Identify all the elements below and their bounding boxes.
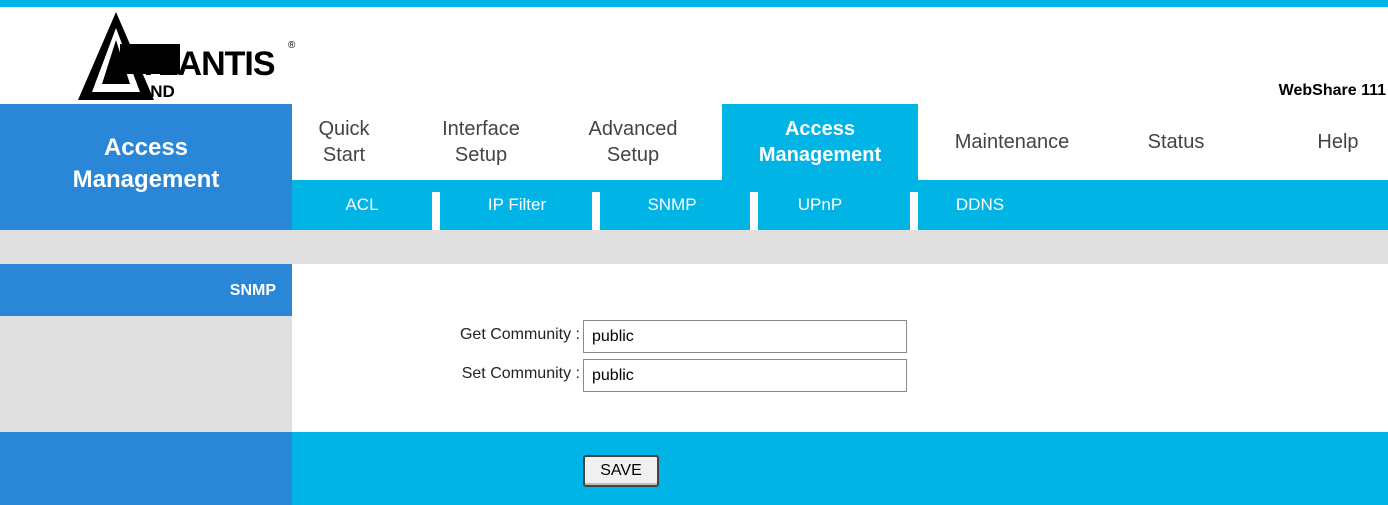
submenu-separator: [592, 192, 600, 230]
submenu-separator: [432, 192, 440, 230]
menu-interface-setup[interactable]: Interface Setup: [416, 104, 546, 180]
get-community-row: Get Community :: [300, 320, 1000, 353]
menu-status[interactable]: Status: [1116, 104, 1236, 180]
submenu-snmp[interactable]: SNMP: [612, 180, 732, 230]
section-title-panel: Access Management: [0, 104, 292, 230]
menu-access-management[interactable]: Access Management: [722, 104, 918, 180]
submenu-separator: [910, 192, 918, 230]
save-button[interactable]: SAVE: [583, 455, 659, 487]
top-stripe: [0, 0, 1388, 7]
logo-brand: TLANTIS: [138, 45, 276, 83]
logo-registered: ®: [288, 40, 296, 51]
footer-left-panel: [0, 432, 292, 505]
header: TLANTIS ® AND WebShare 111: [0, 7, 1388, 104]
set-community-row: Set Community :: [300, 359, 1000, 392]
side-gray-panel: [0, 316, 292, 432]
section-title: Access Management: [72, 134, 220, 193]
submenu-upnp[interactable]: UPnP: [770, 180, 870, 230]
menu-quick-start[interactable]: Quick Start: [292, 104, 396, 180]
logo-and: AND: [138, 82, 175, 101]
main-menu: Quick Start Interface Setup Advanced Set…: [292, 104, 1388, 180]
submenu-ddns[interactable]: DDNS: [930, 180, 1030, 230]
menu-advanced-setup[interactable]: Advanced Setup: [558, 104, 708, 180]
set-community-label: Set Community :: [461, 365, 580, 382]
gray-spacer-bar: [0, 230, 1388, 264]
submenu-acl[interactable]: ACL: [312, 180, 412, 230]
atlantis-logo: TLANTIS ® AND: [68, 10, 308, 102]
submenu-ip-filter[interactable]: IP Filter: [452, 180, 582, 230]
menu-maintenance[interactable]: Maintenance: [922, 104, 1102, 180]
submenu-separator: [750, 192, 758, 230]
menu-help[interactable]: Help: [1288, 104, 1388, 180]
get-community-label: Get Community :: [459, 326, 580, 343]
get-community-input[interactable]: [583, 320, 907, 353]
set-community-input[interactable]: [583, 359, 907, 392]
model-name: WebShare 111: [1278, 82, 1386, 99]
side-section-label: SNMP: [0, 264, 292, 316]
footer-button-bar: [292, 432, 1388, 505]
sub-menu: ACL IP Filter SNMP UPnP DDNS: [292, 180, 1388, 230]
